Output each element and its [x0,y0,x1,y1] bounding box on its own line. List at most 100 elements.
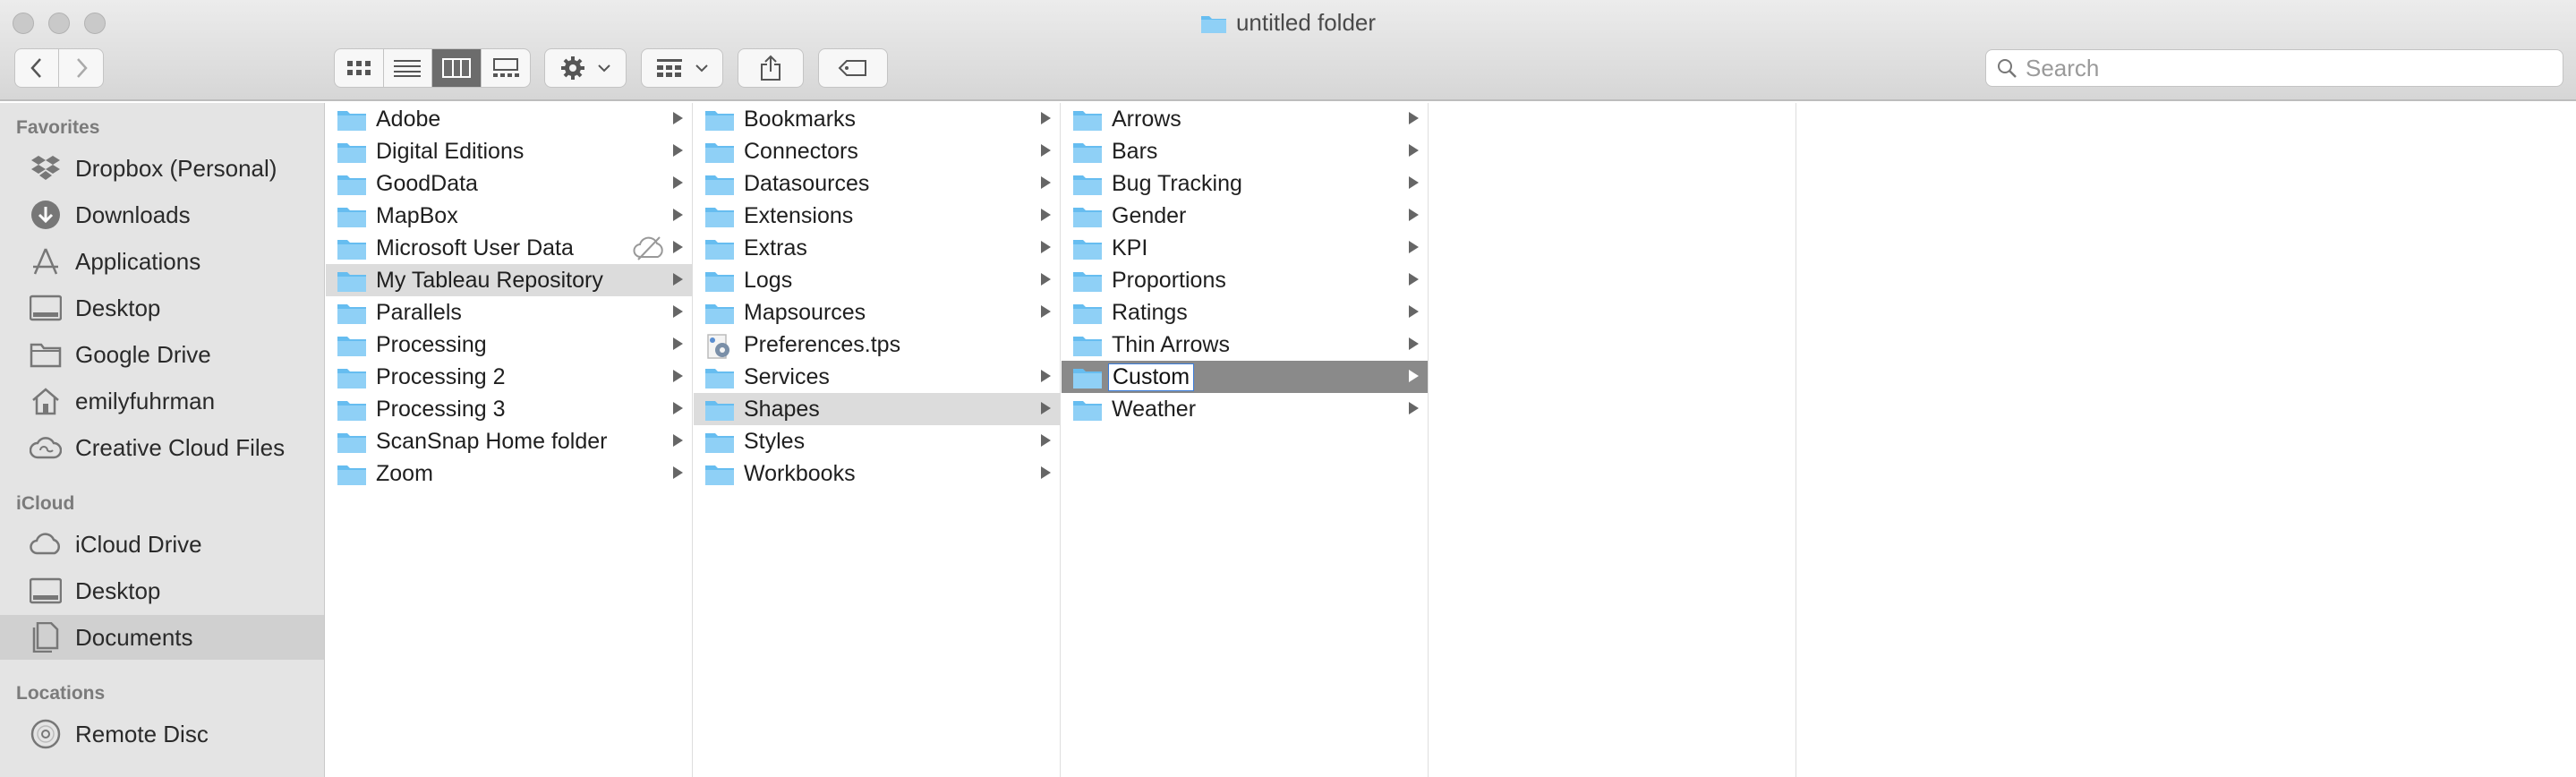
column-4[interactable] [1429,103,1796,777]
folder-icon [337,369,366,388]
preferences-file-icon [707,334,729,359]
folder-row[interactable]: Arrows [1062,103,1428,135]
folder-name: Services [744,363,830,389]
folder-icon [705,143,734,163]
folder-row[interactable]: Processing [326,329,692,361]
folder-row[interactable]: GoodData [326,167,692,200]
sidebar-item-dropbox[interactable]: Dropbox (Personal) [0,146,324,191]
folder-row[interactable]: Datasources [694,167,1060,200]
disclosure-arrow-icon [1409,144,1419,157]
sidebar-item-downloads[interactable]: Downloads [0,192,324,237]
disclosure-arrow-icon [1041,370,1051,382]
sidebar-item-icloud-drive[interactable]: iCloud Drive [0,522,324,567]
folder-icon [705,175,734,195]
cloud-hidden-icon [633,236,663,260]
column-2: Bookmarks Connectors Datasources Extensi… [694,103,1061,777]
folder-row[interactable]: Workbooks [694,457,1060,490]
folder-row[interactable]: Mapsources [694,296,1060,329]
folder-row[interactable]: Ratings [1062,296,1428,329]
sidebar-item-home[interactable]: emilyfuhrman [0,379,324,423]
share-icon [761,55,780,81]
icon-view-button[interactable] [335,49,384,87]
folder-row[interactable]: MapBox [326,200,692,232]
search-icon [1998,59,2017,78]
group-by-icon [657,59,682,77]
icloud-heading: iCloud [16,493,75,514]
folder-name: Extras [744,235,807,260]
sidebar-item-applications[interactable]: Applications [0,239,324,284]
share-button[interactable] [738,48,804,88]
folder-name: My Tableau Repository [376,267,603,293]
disclosure-arrow-icon [673,144,683,157]
folder-row[interactable]: Bars [1062,135,1428,167]
list-view-button[interactable] [384,49,432,87]
column-1: Adobe Digital Editions GoodData MapBox M… [326,103,693,777]
tag-button[interactable] [818,48,888,88]
folder-row[interactable]: Bookmarks [694,103,1060,135]
folder-row[interactable]: Parallels [326,296,692,329]
sidebar-item-label: Downloads [75,201,191,228]
folder-name: Microsoft User Data [376,235,574,260]
folder-row[interactable]: Proportions [1062,264,1428,296]
folder-row[interactable]: Processing 2 [326,361,692,393]
folder-icon [337,175,366,195]
sidebar-item-desktop[interactable]: Desktop [0,286,324,330]
sidebar-item-label: Desktop [75,576,161,604]
search-input[interactable] [2026,54,2545,82]
folder-row[interactable]: KPI [1062,232,1428,264]
folder-row[interactable]: Connectors [694,135,1060,167]
folder-name: Parallels [376,299,462,325]
sidebar-item-remote-disc[interactable]: Remote Disc [0,712,324,756]
group-by-button[interactable] [641,48,723,88]
folder-icon [1073,304,1102,324]
folder-icon [337,433,366,453]
home-icon [29,386,63,416]
folder-name-edit-field[interactable]: Custom [1108,363,1195,391]
search-field[interactable] [1985,49,2563,87]
folder-row[interactable]: Logs [694,264,1060,296]
window-title-group: untitled folder [0,9,2576,37]
sidebar-item-creative-cloud[interactable]: Creative Cloud Files [0,425,324,470]
folder-name: Weather [1112,396,1197,422]
folder-name: Mapsources [744,299,866,325]
disclosure-arrow-icon [673,370,683,382]
folder-row[interactable]: Bug Tracking [1062,167,1428,200]
folder-row[interactable]: ScanSnap Home folder [326,425,692,457]
folder-row-selected-path[interactable]: Shapes [694,393,1060,425]
folder-row[interactable]: Digital Editions [326,135,692,167]
folder-name: Processing 2 [376,363,506,389]
disclosure-arrow-icon [673,112,683,124]
folder-icon [705,465,734,485]
folder-row[interactable]: Adobe [326,103,692,135]
sidebar-item-icloud-desktop[interactable]: Desktop [0,568,324,613]
folder-row[interactable]: Processing 3 [326,393,692,425]
folder-icon [705,304,734,324]
folder-row[interactable]: Zoom [326,457,692,490]
back-button[interactable] [15,49,60,87]
folder-row[interactable]: Weather [1062,393,1428,425]
folder-row-selected-path[interactable]: My Tableau Repository [326,264,692,296]
forward-button[interactable] [59,49,103,87]
folder-row-renaming[interactable]: Custom [1062,361,1428,393]
sidebar-item-documents[interactable]: Documents [0,615,324,660]
column-view-button[interactable] [432,49,482,87]
sidebar-item-google-drive[interactable]: Google Drive [0,332,324,377]
disclosure-arrow-icon [1041,112,1051,124]
gallery-view-button[interactable] [482,49,531,87]
folder-icon [1200,15,1226,33]
folder-row[interactable]: Services [694,361,1060,393]
folder-row[interactable]: Styles [694,425,1060,457]
folder-row[interactable]: Gender [1062,200,1428,232]
folder-name: KPI [1112,235,1148,260]
column-area-empty[interactable] [1797,103,2576,777]
gear-icon [561,56,584,80]
folder-row[interactable]: Microsoft User Data [326,232,692,264]
action-menu-button[interactable] [544,48,627,88]
folder-row[interactable]: Thin Arrows [1062,329,1428,361]
folder-row[interactable]: Extras [694,232,1060,264]
folder-row[interactable]: Extensions [694,200,1060,232]
nav-buttons [14,48,104,88]
file-row[interactable]: Preferences.tps [694,329,1060,361]
window-title: untitled folder [1235,9,1377,36]
disclosure-arrow-icon [1041,144,1051,157]
